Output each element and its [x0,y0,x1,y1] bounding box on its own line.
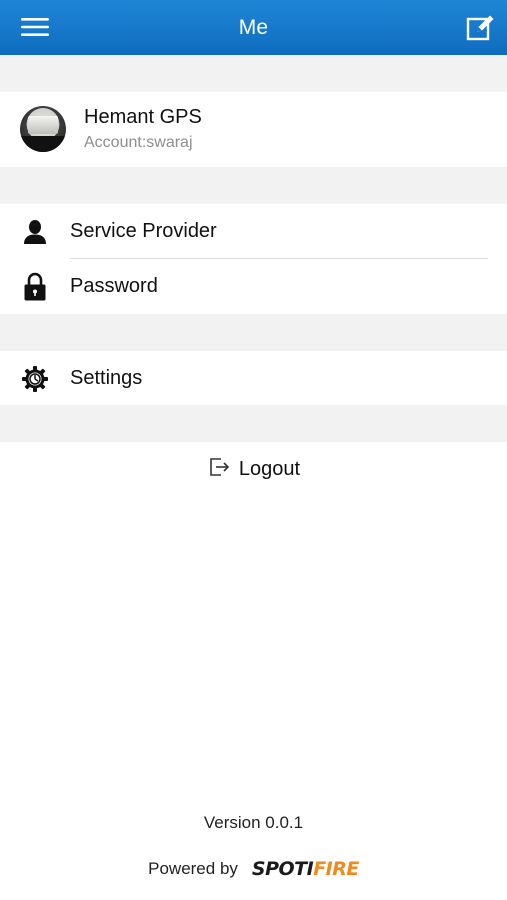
me-screen: Me Hemant GPS Account:swaraj Service Pro… [0,0,507,900]
gear-icon [20,365,50,393]
section-separator [0,55,507,92]
settings-label: Settings [70,367,143,389]
password-row[interactable]: Password [0,259,507,314]
page-title: Me [238,15,269,39]
service-provider-label: Service Provider [70,220,217,242]
section-separator [0,314,507,351]
hamburger-menu-icon[interactable] [20,15,50,39]
logout-button[interactable]: Logout [0,443,507,495]
settings-row[interactable]: Settings [0,351,507,405]
section-separator [0,167,507,204]
person-icon [20,218,50,246]
brand-logo: SPOTI FIRE [252,858,359,880]
logout-icon [210,458,230,476]
password-label: Password [70,275,158,297]
section-separator [0,405,507,442]
lock-icon [20,272,50,301]
logout-label: Logout [238,457,301,480]
powered-by-label: Powered by [148,859,238,878]
version-text: Version 0.0.1 [203,813,304,832]
brand-logo-part1: SPOTI [251,858,314,880]
profile-card[interactable]: Hemant GPS Account:swaraj [0,92,507,167]
powered-by: Powered by SPOTI FIRE [0,855,507,883]
profile-name: Hemant GPS [84,106,202,128]
service-provider-row[interactable]: Service Provider [0,204,507,259]
app-header: Me [0,0,507,55]
edit-icon[interactable] [465,12,497,44]
avatar [20,106,66,152]
profile-account: Account:swaraj [84,134,193,151]
brand-logo-part2: FIRE [313,858,359,880]
